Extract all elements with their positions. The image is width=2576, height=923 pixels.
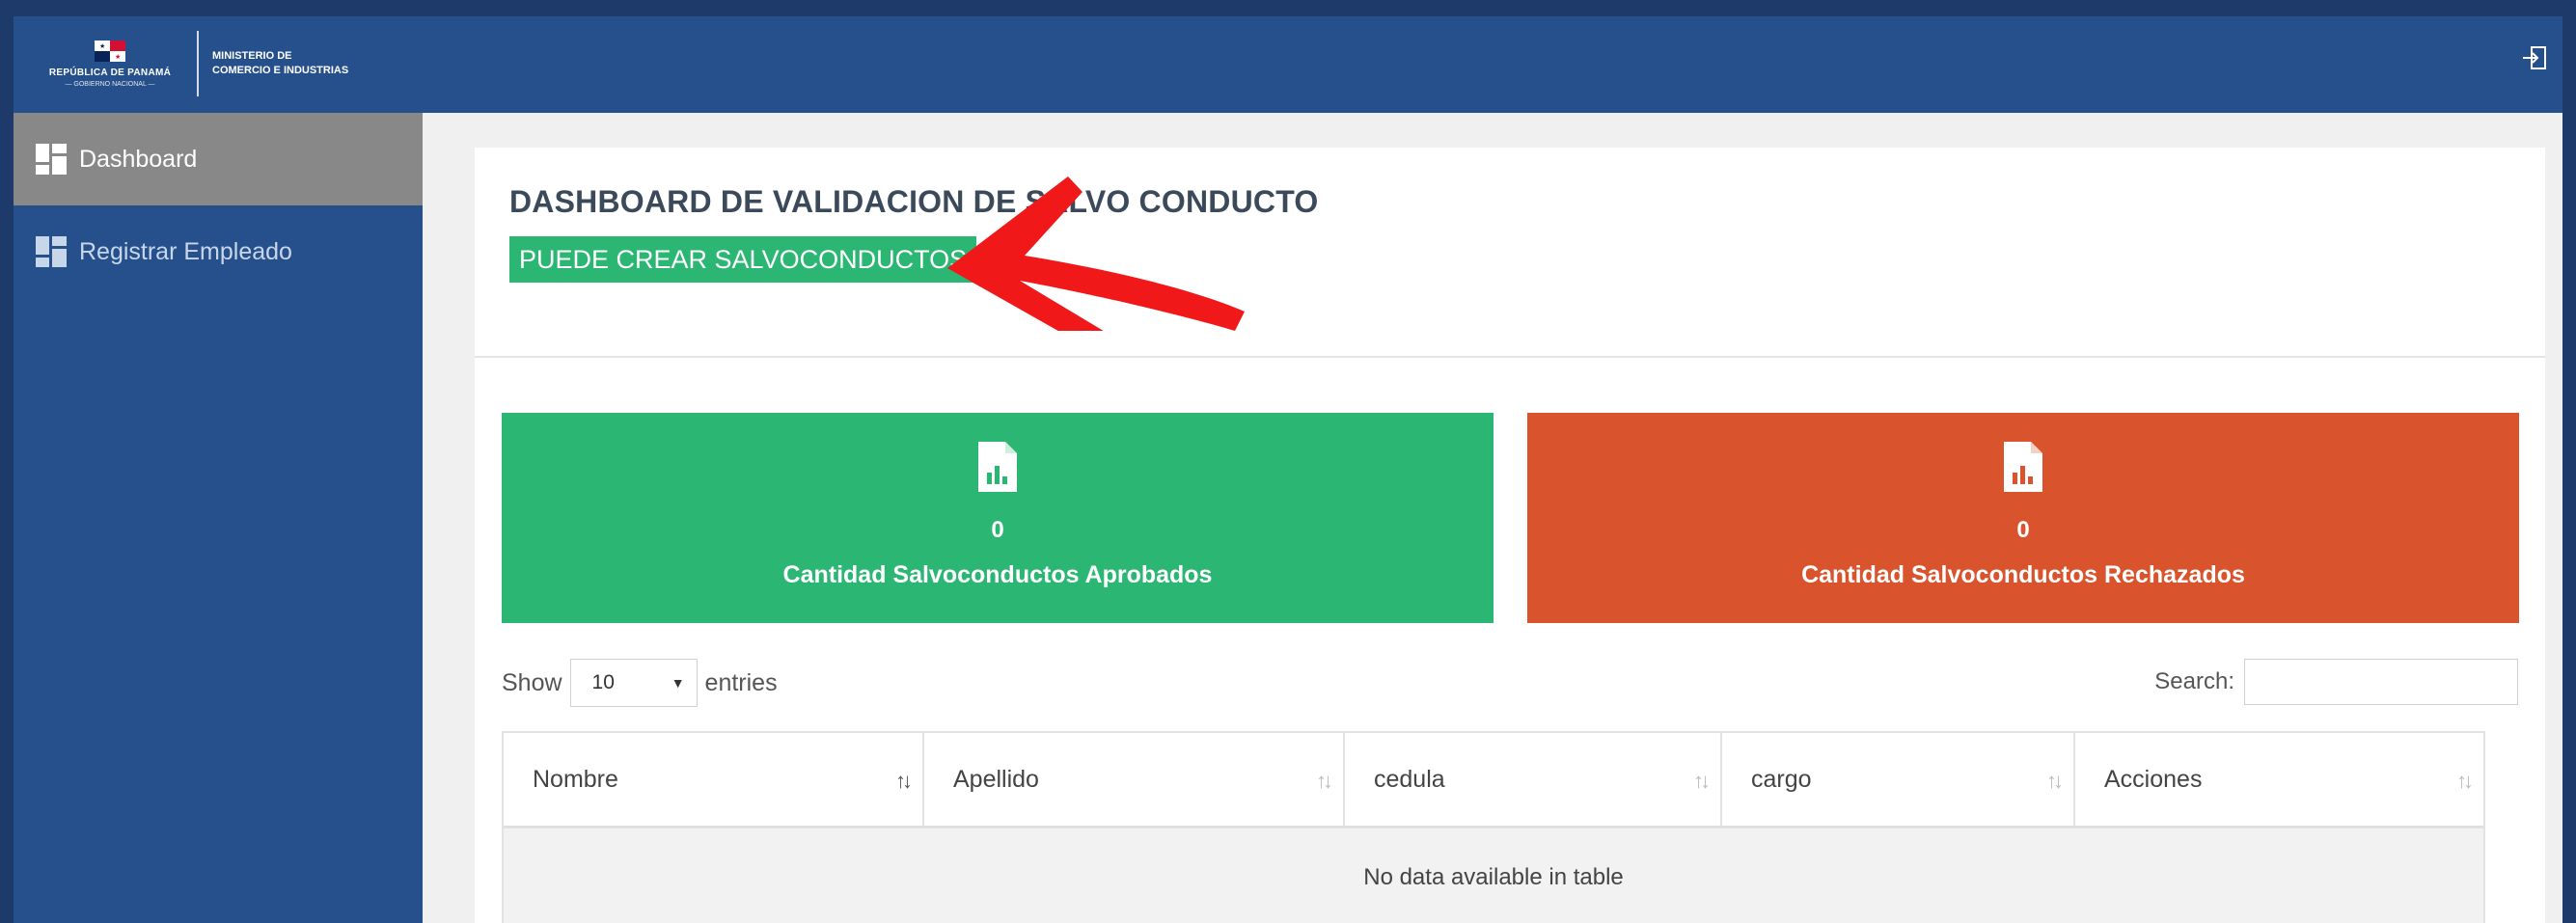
stat-card-approved: 0 Cantidad Salvoconductos Aprobados xyxy=(502,413,1494,623)
ministry-logo-text: MINISTERIO DE COMERCIO E INDUSTRIAS xyxy=(212,49,348,78)
logout-icon[interactable] xyxy=(2520,43,2549,72)
column-header-cargo[interactable]: cargo ↑↓ xyxy=(1722,733,2075,826)
column-header-acciones[interactable]: Acciones ↑↓ xyxy=(2075,733,2483,826)
page-title: DASHBOARD DE VALIDACION DE SALVO CONDUCT… xyxy=(509,184,1319,219)
sort-icon: ↑↓ xyxy=(2456,769,2474,793)
file-chart-icon xyxy=(978,442,1017,492)
table-empty-row: No data available in table xyxy=(504,828,2483,923)
app-window: ★ ★ REPÚBLICA DE PANAMÁ — GOBIERNO NACION… xyxy=(14,16,2562,923)
table-header: Nombre ↑↓ Apellido ↑↓ cedula ↑↓ cargo ↑↓ xyxy=(504,733,2483,828)
sort-icon: ↑↓ xyxy=(1693,769,1711,793)
table-length-control: Show 10 ▼ entries xyxy=(502,659,778,707)
column-header-cedula[interactable]: cedula ↑↓ xyxy=(1345,733,1722,826)
stat-value: 0 xyxy=(991,517,1004,543)
column-header-label: Apellido xyxy=(953,766,1039,793)
dashboard-icon xyxy=(36,144,67,175)
entries-select[interactable]: 10 ▼ xyxy=(569,659,698,707)
column-header-label: cedula xyxy=(1374,766,1445,793)
sidebar-item-registrar-empleado[interactable]: Registrar Empleado xyxy=(14,205,423,298)
ministry-line2: COMERCIO E INDUSTRIAS xyxy=(212,65,349,76)
logo[interactable]: ★ ★ REPÚBLICA DE PANAMÁ — GOBIERNO NACION… xyxy=(33,24,348,103)
dashboard-card: DASHBOARD DE VALIDACION DE SALVO CONDUCT… xyxy=(475,148,2545,923)
stat-card-rejected: 0 Cantidad Salvoconductos Rechazados xyxy=(1527,413,2519,623)
column-header-nombre[interactable]: Nombre ↑↓ xyxy=(504,733,924,826)
stat-label: Cantidad Salvoconductos Rechazados xyxy=(1801,561,2245,588)
sidebar-item-label: Registrar Empleado xyxy=(79,237,292,265)
stat-label: Cantidad Salvoconductos Aprobados xyxy=(782,561,1213,588)
sidebar-item-label: Dashboard xyxy=(79,145,198,173)
length-suffix-label: entries xyxy=(704,668,778,696)
logo-divider xyxy=(197,31,199,96)
logo-government-text: — GOBIERNO NACIONAL — xyxy=(65,80,155,88)
data-table: Nombre ↑↓ Apellido ↑↓ cedula ↑↓ cargo ↑↓ xyxy=(502,731,2485,923)
chevron-down-icon: ▼ xyxy=(671,675,685,691)
stat-value: 0 xyxy=(2016,517,2030,543)
file-chart-icon xyxy=(2004,442,2042,492)
sort-icon: ↑↓ xyxy=(2046,769,2064,793)
panama-logo: ★ ★ REPÚBLICA DE PANAMÁ — GOBIERNO NACION… xyxy=(33,40,187,88)
sidebar: Dashboard Registrar Empleado xyxy=(14,113,423,923)
column-header-apellido[interactable]: Apellido ↑↓ xyxy=(924,733,1345,826)
panama-flag-icon: ★ ★ xyxy=(95,40,125,62)
sort-icon: ↑↓ xyxy=(1316,769,1333,793)
top-navbar: ★ ★ REPÚBLICA DE PANAMÁ — GOBIERNO NACION… xyxy=(14,16,2562,113)
dashboard-icon xyxy=(36,236,67,267)
status-badge: PUEDE CREAR SALVOCONDUCTOS xyxy=(509,236,977,283)
main-content: DASHBOARD DE VALIDACION DE SALVO CONDUCT… xyxy=(423,113,2562,923)
length-prefix-label: Show xyxy=(502,668,562,696)
sidebar-item-dashboard[interactable]: Dashboard xyxy=(14,113,423,205)
section-divider xyxy=(475,356,2545,358)
entries-select-value: 10 xyxy=(591,671,615,693)
table-search-control: Search: xyxy=(2154,658,2518,706)
ministry-line1: MINISTERIO DE xyxy=(212,50,292,62)
column-header-label: Acciones xyxy=(2104,766,2203,793)
column-header-label: cargo xyxy=(1751,766,1812,793)
search-input[interactable] xyxy=(2244,659,2518,705)
column-header-label: Nombre xyxy=(533,766,618,793)
logo-republic-text: REPÚBLICA DE PANAMÁ xyxy=(48,67,172,78)
sort-icon: ↑↓ xyxy=(895,769,913,793)
search-label: Search: xyxy=(2154,668,2234,694)
